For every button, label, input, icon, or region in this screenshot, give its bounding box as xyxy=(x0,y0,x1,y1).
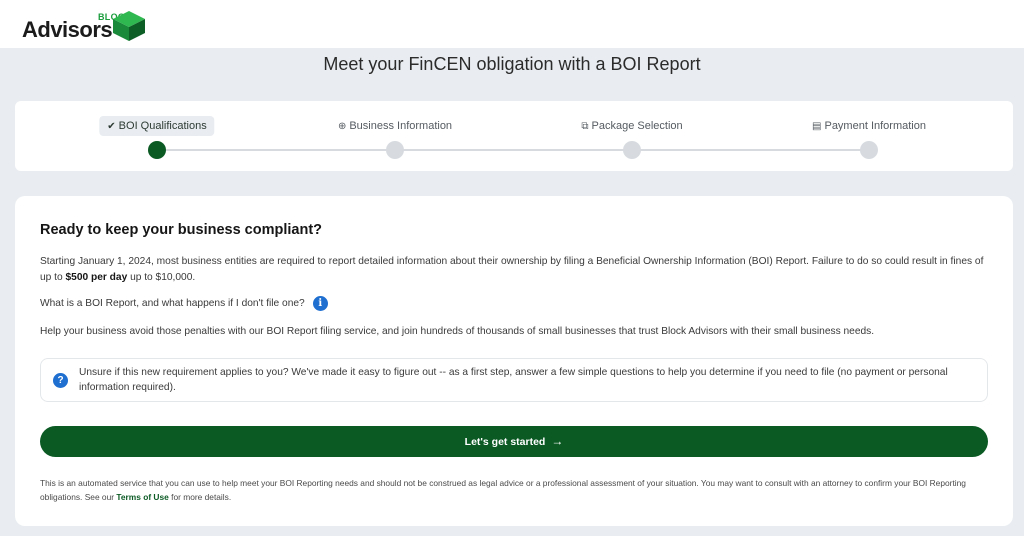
intro-paragraph: Starting January 1, 2024, most business … xyxy=(40,254,995,286)
check-icon: ✔ xyxy=(107,121,116,132)
step-dot-2 xyxy=(386,141,404,159)
step-label: Payment Information xyxy=(824,120,926,132)
step-boi-qualifications[interactable]: ✔ BOI Qualifications xyxy=(99,116,215,136)
section-heading: Ready to keep your business compliant? xyxy=(40,222,323,238)
what-is-boi-row: What is a BOI Report, and what happens i… xyxy=(40,296,328,311)
globe-icon: ⊕ xyxy=(337,121,347,132)
intro-text-end: up to $10,000. xyxy=(127,272,196,283)
step-label: Business Information xyxy=(349,120,453,132)
step-dot-4 xyxy=(860,141,878,159)
card-icon: ▤ xyxy=(812,121,822,132)
info-icon[interactable]: i xyxy=(312,296,328,311)
help-paragraph: Help your business avoid those penalties… xyxy=(40,326,875,337)
top-header: BLOCK Advisors xyxy=(0,0,1024,48)
notice-text: Unsure if this new requirement applies t… xyxy=(79,367,948,393)
step-dot-3 xyxy=(623,141,641,159)
progress-stepper: ✔ BOI Qualifications ⊕ Business Informatio… xyxy=(15,101,1013,171)
step-label: Package Selection xyxy=(591,120,683,132)
question-icon: ? xyxy=(53,373,68,388)
get-started-button[interactable]: Let's get started → xyxy=(40,426,988,457)
step-package-selection[interactable]: ⧉ Package Selection xyxy=(581,116,682,136)
main-card: Ready to keep your business compliant? S… xyxy=(15,196,1013,526)
disclaimer-text-end: for more details. xyxy=(168,492,232,502)
what-is-boi-link[interactable]: What is a BOI Report, and what happens i… xyxy=(40,298,305,309)
get-started-label: Let's get started xyxy=(464,436,546,448)
block-advisors-logo[interactable]: BLOCK Advisors xyxy=(22,9,152,43)
step-dot-1 xyxy=(148,141,166,159)
arrow-right-icon: → xyxy=(551,434,564,448)
fine-amount: $500 per day xyxy=(65,272,128,283)
step-business-information[interactable]: ⊕ Business Information xyxy=(338,116,452,136)
package-icon: ⧉ xyxy=(581,121,589,132)
step-payment-information[interactable]: ▤ Payment Information xyxy=(812,116,926,136)
green-cube-logo-icon xyxy=(113,11,145,41)
page-title: Meet your FinCEN obligation with a BOI R… xyxy=(323,54,701,74)
stepper-track xyxy=(157,149,869,151)
legal-disclaimer: This is an automated service that you ca… xyxy=(40,476,990,504)
terms-of-use-link[interactable]: Terms of Use xyxy=(116,492,168,502)
logo-advisors-word: Advisors xyxy=(22,17,113,42)
step-label: BOI Qualifications xyxy=(118,120,207,132)
eligibility-notice: ? Unsure if this new requirement applies… xyxy=(40,358,988,402)
